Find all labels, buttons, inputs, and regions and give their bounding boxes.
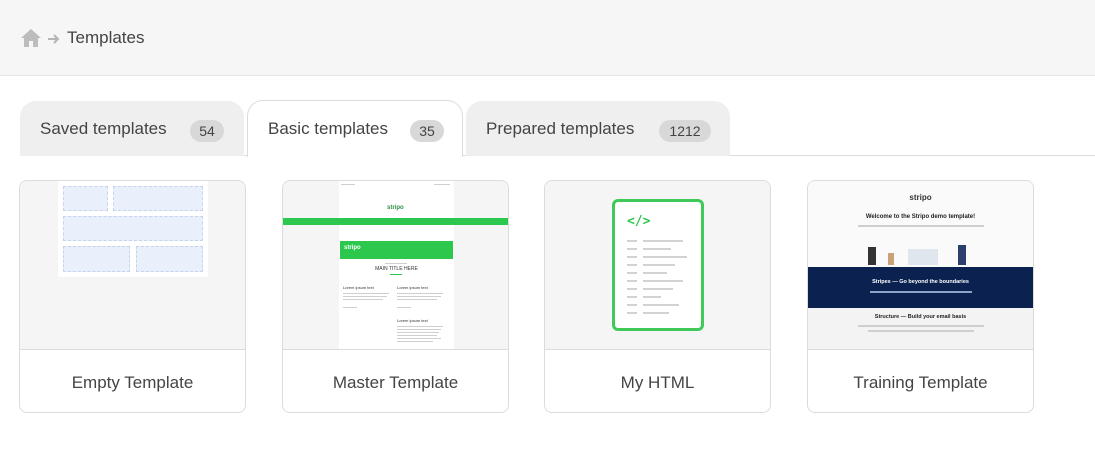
preview-line	[643, 312, 669, 314]
tab-prepared-templates[interactable]: Prepared templates 1212	[466, 101, 730, 156]
preview-line	[643, 264, 675, 266]
template-title: My HTML	[620, 372, 695, 392]
illustration-figure	[958, 245, 966, 265]
template-card-empty[interactable]: Empty Template	[19, 180, 246, 413]
template-card-my-html[interactable]: </> My HTML	[544, 180, 771, 413]
preview-brand: stripo	[387, 205, 404, 211]
preview-line	[343, 296, 387, 297]
preview-line	[627, 280, 637, 282]
preview-welcome: Welcome to the Stripo demo template!	[865, 214, 976, 220]
preview-line	[868, 330, 974, 332]
preview-line	[397, 332, 439, 333]
preview-nav-bar	[339, 218, 454, 225]
preview-line	[627, 304, 637, 306]
preview-line	[343, 307, 357, 308]
preview-line	[870, 291, 972, 293]
preview-col-title: Lorem ipsum text	[343, 285, 374, 290]
illustration-figure	[888, 253, 894, 265]
preview-line	[397, 307, 411, 308]
preview-line	[397, 335, 437, 336]
tab-count-badge: 35	[410, 120, 444, 142]
top-bar: Templates	[0, 0, 1095, 76]
preview-line	[643, 288, 673, 290]
preview-bottom-section: Structure — Build your email basis	[808, 308, 1033, 349]
tab-label: Saved templates	[40, 118, 167, 138]
breadcrumb: Templates	[20, 26, 144, 50]
preview-navy-band: Stripes — Go beyond the boundaries	[808, 267, 1033, 308]
preview-line	[397, 329, 441, 330]
preview-line	[643, 296, 661, 298]
preview-line	[385, 263, 407, 264]
preview-line	[397, 299, 437, 300]
preview-line	[643, 248, 671, 250]
tab-count-badge: 1212	[659, 120, 711, 142]
preview-block	[63, 216, 203, 241]
preview-brand: stripo	[344, 245, 361, 251]
illustration-figure	[908, 249, 938, 265]
template-title: Empty Template	[71, 372, 194, 392]
preview-line	[397, 326, 443, 327]
preview-line	[341, 184, 355, 185]
preview-line	[627, 256, 637, 258]
preview-band-title: Stripes — Go beyond the boundaries	[872, 279, 969, 285]
preview-line	[397, 341, 433, 342]
preview-line	[343, 299, 383, 300]
template-title: Master Template	[332, 372, 459, 392]
preview-line	[627, 248, 637, 250]
tab-saved-templates[interactable]: Saved templates 54	[20, 101, 244, 156]
preview-brand: stripo	[909, 193, 932, 202]
arrow-right-icon	[47, 32, 61, 44]
tab-basic-templates[interactable]: Basic templates 35	[247, 100, 463, 157]
preview-sheet: stripo stripo MAIN TITLE HERE Lorem ipsu…	[339, 181, 454, 349]
preview-line	[643, 256, 687, 258]
template-preview: stripo Welcome to the Stripo demo templa…	[808, 181, 1033, 350]
preview-top-section: stripo Welcome to the Stripo demo templa…	[808, 181, 1033, 267]
template-tabs: Saved templates 54 Basic templates 35 Pr…	[0, 100, 1095, 157]
preview-sheet	[58, 181, 208, 277]
tab-label: Prepared templates	[486, 118, 635, 138]
preview-block	[63, 186, 108, 211]
preview-line	[643, 304, 679, 306]
template-preview	[20, 181, 245, 350]
code-icon: </>	[627, 214, 651, 229]
breadcrumb-current: Templates	[67, 28, 145, 47]
preview-line	[643, 272, 667, 274]
preview-block	[136, 246, 203, 272]
html-document-icon: </>	[612, 199, 704, 331]
preview-col-title: Lorem ipsum text	[397, 318, 428, 323]
template-preview: </>	[545, 181, 770, 350]
preview-line	[643, 280, 683, 282]
preview-line	[390, 274, 402, 275]
template-title: Training Template	[853, 372, 988, 392]
preview-line	[627, 272, 637, 274]
preview-line	[397, 296, 441, 297]
preview-line	[434, 184, 450, 185]
preview-line	[858, 225, 984, 227]
template-card-master[interactable]: stripo stripo MAIN TITLE HERE Lorem ipsu…	[282, 180, 509, 413]
tab-label: Basic templates	[268, 119, 388, 138]
preview-line	[397, 338, 441, 339]
illustration-figure	[868, 247, 876, 265]
preview-block	[63, 246, 130, 272]
preview-line	[343, 293, 389, 294]
preview-line	[627, 288, 637, 290]
template-preview: stripo stripo MAIN TITLE HERE Lorem ipsu…	[283, 181, 508, 350]
preview-line	[643, 240, 683, 242]
home-icon[interactable]	[20, 28, 42, 48]
template-card-training[interactable]: stripo Welcome to the Stripo demo templa…	[807, 180, 1034, 413]
preview-line	[627, 296, 637, 298]
preview-line	[627, 240, 637, 242]
preview-block	[113, 186, 203, 211]
tab-count-badge: 54	[190, 120, 224, 142]
preview-line	[627, 312, 637, 314]
preview-line	[627, 264, 637, 266]
preview-col-title: Lorem ipsum text	[397, 285, 428, 290]
preview-structure-title: Structure — Build your email basis	[874, 314, 967, 320]
preview-heading: MAIN TITLE HERE	[375, 266, 418, 272]
preview-line	[858, 325, 984, 327]
preview-line	[397, 293, 443, 294]
